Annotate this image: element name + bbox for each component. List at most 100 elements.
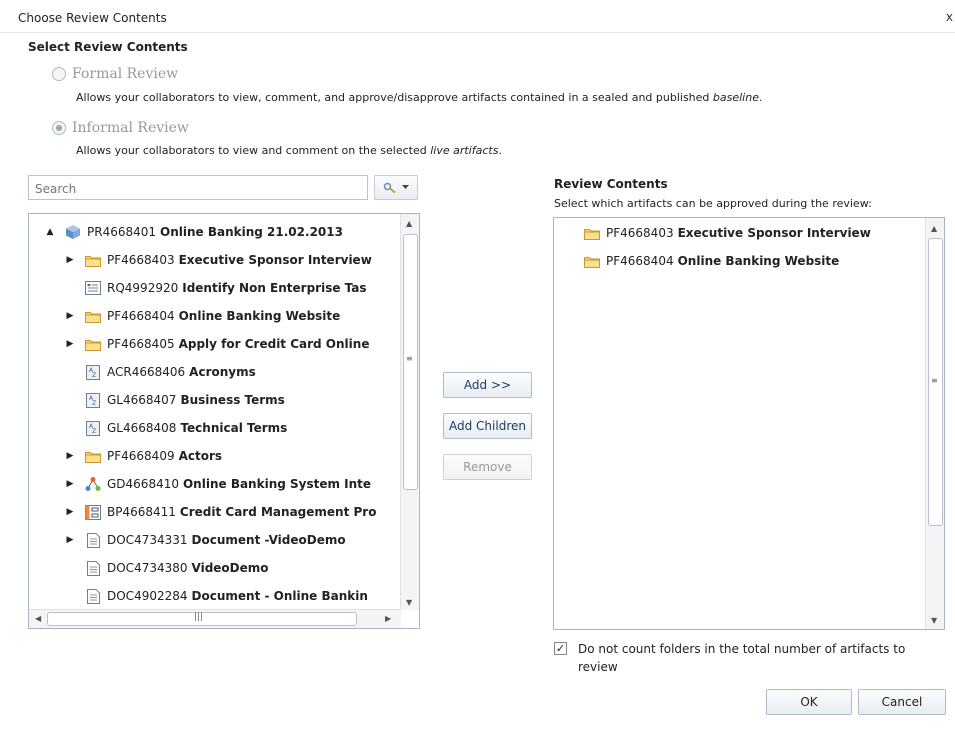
artifact-id: GL4668408 bbox=[107, 421, 177, 435]
folder-icon bbox=[85, 309, 101, 323]
svg-text:Z: Z bbox=[92, 372, 96, 379]
artifact-id: ACR4668406 bbox=[107, 365, 186, 379]
tree-row[interactable]: ▶ DOC4734331 Document -VideoDemo bbox=[63, 529, 346, 551]
requirement-icon bbox=[85, 281, 101, 295]
tree-horizontal-scrollbar[interactable]: ◀ ||| ▶ bbox=[29, 609, 401, 628]
expand-icon[interactable]: ▶ bbox=[63, 507, 77, 517]
artifact-name: Acronyms bbox=[189, 365, 256, 379]
scroll-left-icon[interactable]: ◀ bbox=[35, 614, 41, 623]
search-icon bbox=[383, 182, 396, 193]
informal-review-option[interactable]: Informal Review bbox=[52, 120, 189, 136]
formal-desc-suffix: . bbox=[758, 91, 763, 104]
chevron-down-icon bbox=[402, 185, 409, 189]
artifact-id: DOC4734380 bbox=[107, 561, 188, 575]
review-item[interactable]: PF4668404 Online Banking Website bbox=[584, 250, 839, 272]
tree-row[interactable]: ▶ BP4668411 Credit Card Management Pro bbox=[63, 501, 376, 523]
artifact-id: PF4668403 bbox=[107, 253, 175, 267]
glossary-icon: AZ bbox=[85, 392, 101, 408]
folders-checkbox[interactable]: ✓ bbox=[554, 642, 567, 655]
informal-review-radio[interactable] bbox=[52, 121, 66, 135]
close-icon[interactable]: x bbox=[946, 10, 953, 24]
ok-button[interactable]: OK bbox=[766, 689, 852, 715]
search-input[interactable] bbox=[29, 176, 361, 201]
expand-icon[interactable]: ▶ bbox=[63, 451, 77, 461]
artifact-id: PF4668409 bbox=[107, 449, 175, 463]
tree-row[interactable]: A Z ACR4668406 Acronyms bbox=[63, 361, 256, 383]
collapse-icon[interactable]: ▲ bbox=[43, 227, 57, 237]
review-vertical-scrollbar[interactable]: ▲ ≡ ▼ bbox=[925, 218, 944, 629]
folder-icon bbox=[85, 253, 101, 267]
scroll-up-icon[interactable]: ▲ bbox=[406, 219, 412, 228]
remove-button[interactable]: Remove bbox=[443, 454, 532, 480]
scroll-right-icon[interactable]: ▶ bbox=[385, 614, 391, 623]
informal-review-description: Allows your collaborators to view and co… bbox=[76, 144, 502, 157]
folder-icon bbox=[584, 254, 600, 268]
review-item[interactable]: PF4668403 Executive Sponsor Interview bbox=[584, 222, 871, 244]
informal-desc-text: Allows your collaborators to view and co… bbox=[76, 144, 431, 157]
tree-row[interactable]: ▶ PF4668405 Apply for Credit Card Online bbox=[63, 333, 370, 355]
artifact-name: Executive Sponsor Interview bbox=[677, 226, 871, 240]
review-contents-list[interactable]: ▲ ≡ ▼ PF4668403 Executive Sponsor Intervi… bbox=[553, 217, 945, 630]
artifact-name: Document -VideoDemo bbox=[191, 533, 346, 547]
tree-row[interactable]: A Z GL4668408 Technical Terms bbox=[63, 417, 287, 439]
formal-review-description: Allows your collaborators to view, comme… bbox=[76, 91, 762, 104]
artifact-name: Credit Card Management Pro bbox=[179, 505, 377, 519]
tree-row[interactable]: RQ4992920 Identify Non Enterprise Tas bbox=[63, 277, 367, 299]
add-button[interactable]: Add >> bbox=[443, 372, 532, 398]
artifact-name: Online Banking 21.02.2013 bbox=[160, 225, 343, 239]
formal-desc-emphasis: baseline bbox=[712, 91, 759, 104]
project-cube-icon bbox=[65, 225, 81, 239]
scroll-up-icon[interactable]: ▲ bbox=[931, 224, 937, 233]
tree-row[interactable]: ▲ PR4668401 Online Banking 21.02.2013 bbox=[43, 221, 343, 243]
tree-row[interactable]: ▶ PF4668403 Executive Sponsor Interview bbox=[63, 249, 372, 271]
section-title: Select Review Contents bbox=[28, 40, 188, 54]
dialog-title-bar: Choose Review Contents x bbox=[0, 0, 955, 33]
expand-icon[interactable]: ▶ bbox=[63, 535, 77, 545]
svg-text:Z: Z bbox=[92, 400, 96, 407]
artifact-id: PF4668405 bbox=[107, 337, 175, 351]
folder-icon bbox=[85, 449, 101, 463]
glossary-icon: AZ bbox=[85, 364, 101, 380]
artifact-name: VideoDemo bbox=[191, 561, 269, 575]
scroll-down-icon[interactable]: ▼ bbox=[931, 616, 937, 625]
artifact-name: Business Terms bbox=[180, 393, 285, 407]
svg-text:Z: Z bbox=[92, 428, 96, 435]
artifact-name: Online Banking Website bbox=[677, 254, 840, 268]
artifact-name: Executive Sponsor Interview bbox=[178, 253, 372, 267]
cancel-button[interactable]: Cancel bbox=[858, 689, 946, 715]
expand-icon[interactable]: ▶ bbox=[63, 339, 77, 349]
formal-review-option[interactable]: Formal Review bbox=[52, 66, 178, 82]
artifact-tree[interactable]: ▲ ≡ ▼ ◀ ||| ▶ ▲ PR4668401 Online Banking 2… bbox=[28, 213, 420, 629]
artifact-name: Technical Terms bbox=[180, 421, 288, 435]
tree-row[interactable]: ▶ PF4668409 Actors bbox=[63, 445, 223, 467]
folder-icon bbox=[85, 337, 101, 351]
artifact-id: RQ4992920 bbox=[107, 281, 179, 295]
hgrip-icon: ||| bbox=[194, 612, 204, 622]
tree-row[interactable]: ▶ PF4668404 Online Banking Website bbox=[63, 305, 341, 327]
expand-icon[interactable]: ▶ bbox=[63, 311, 77, 321]
formal-desc-text: Allows your collaborators to view, comme… bbox=[76, 91, 713, 104]
informal-desc-emphasis: live artifacts bbox=[430, 144, 499, 157]
tree-row[interactable]: DOC4902284 Document - Online Bankin bbox=[63, 585, 368, 607]
expand-icon[interactable]: ▶ bbox=[63, 255, 77, 265]
artifact-id: BP4668411 bbox=[107, 505, 176, 519]
document-icon bbox=[85, 532, 101, 548]
tree-row[interactable]: A Z GL4668407 Business Terms bbox=[63, 389, 285, 411]
artifact-name: Online Banking Website bbox=[178, 309, 341, 323]
tree-row[interactable]: ▶ GD4668410 Online Banking System Inte bbox=[63, 473, 371, 495]
artifact-name: Actors bbox=[178, 449, 223, 463]
scroll-down-icon[interactable]: ▼ bbox=[406, 598, 412, 607]
artifact-name: Apply for Credit Card Online bbox=[178, 337, 370, 351]
add-children-button[interactable]: Add Children bbox=[443, 413, 532, 439]
artifact-id: DOC4734331 bbox=[107, 533, 188, 547]
expand-icon[interactable]: ▶ bbox=[63, 479, 77, 489]
tree-row[interactable]: DOC4734380 VideoDemo bbox=[63, 557, 269, 579]
search-options-button[interactable] bbox=[374, 175, 418, 200]
glossary-icon: AZ bbox=[85, 420, 101, 436]
artifact-id: PF4668404 bbox=[606, 254, 674, 268]
formal-review-radio[interactable] bbox=[52, 67, 66, 81]
tree-vertical-scrollbar[interactable]: ▲ ≡ ▼ bbox=[400, 214, 419, 610]
artifact-name: Online Banking System Inte bbox=[182, 477, 372, 491]
informal-desc-suffix: . bbox=[498, 144, 502, 157]
artifact-id: PR4668401 bbox=[87, 225, 157, 239]
